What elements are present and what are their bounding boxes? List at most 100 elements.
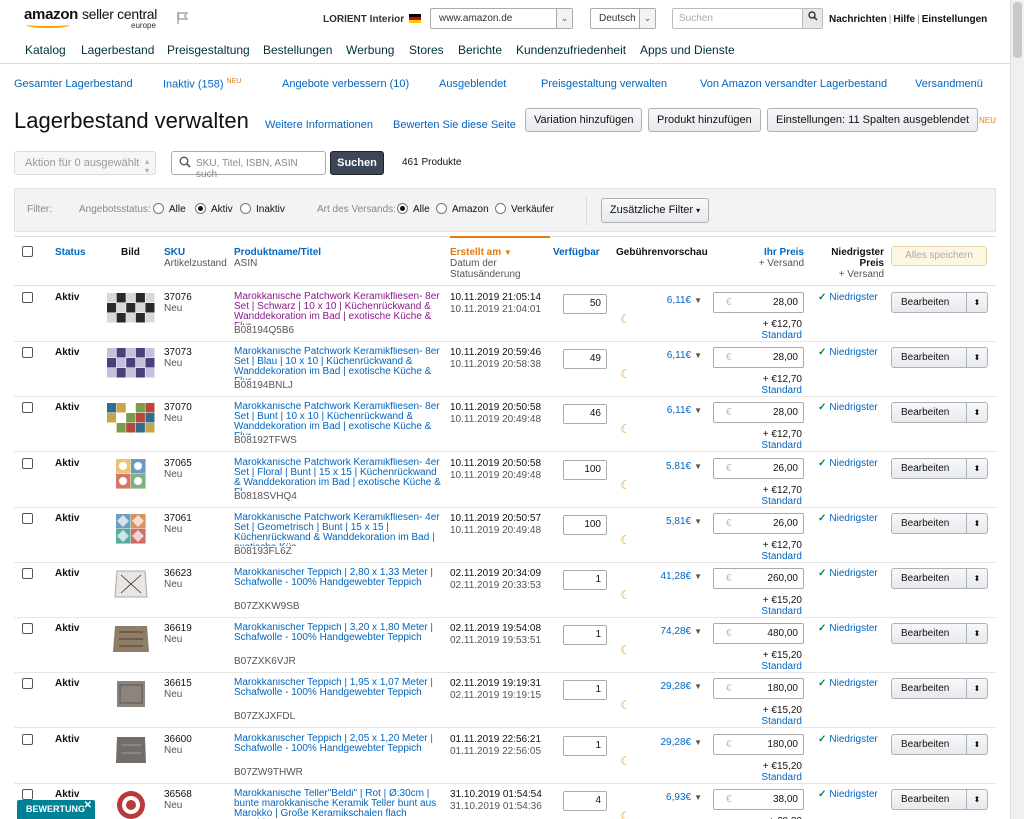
row-checkbox[interactable] (22, 402, 33, 413)
flag-icon[interactable] (176, 11, 190, 25)
row-fee-preview[interactable]: 5,81€ ▼ (634, 461, 702, 472)
nav-advertising[interactable]: Werbung (346, 43, 394, 57)
row-shipping-template-link[interactable]: Standard (714, 661, 802, 672)
product-thumbnail[interactable] (107, 735, 155, 765)
row-quantity-input[interactable]: 50 (563, 294, 607, 314)
subnav-shipping-menu[interactable]: Versandmenü (915, 78, 983, 90)
more-info-link[interactable]: Weitere Informationen (265, 119, 373, 131)
header-created[interactable]: Erstellt am ▼ (450, 247, 512, 258)
chevron-updown-icon[interactable]: ⬍ (966, 293, 987, 312)
marketplace-select[interactable]: www.amazon.de ⌄ (430, 8, 573, 29)
row-fee-preview[interactable]: 6,11€ ▼ (634, 350, 702, 361)
row-shipping-template-link[interactable]: Standard (714, 330, 802, 341)
row-fee-preview[interactable]: 6,93€ ▼ (634, 792, 702, 803)
row-product-title-link[interactable]: Marokkanischer Teppich | 2,80 x 1,33 Met… (234, 568, 442, 601)
row-price-input[interactable]: €180,00 (713, 734, 804, 755)
messages-link[interactable]: Nachrichten (829, 14, 887, 25)
row-quantity-input[interactable]: 100 (563, 515, 607, 535)
product-thumbnail[interactable] (107, 790, 155, 819)
offer-status-all[interactable]: Alle (153, 203, 186, 215)
row-shipping-template-link[interactable]: Standard (714, 440, 802, 451)
row-edit-button[interactable]: Bearbeiten ⬍ (891, 678, 988, 699)
subnav-hidden[interactable]: Ausgeblendet (439, 78, 506, 90)
row-quantity-input[interactable]: 100 (563, 460, 607, 480)
row-checkbox[interactable] (22, 347, 33, 358)
row-shipping-template-link[interactable]: Standard (714, 716, 802, 727)
subnav-fba-inventory[interactable]: Von Amazon versandter Lagerbestand (700, 78, 887, 90)
chevron-updown-icon[interactable]: ⬍ (966, 459, 987, 478)
row-lowest-price[interactable]: ✓ Niedrigster (818, 402, 878, 413)
row-lowest-price[interactable]: ✓ Niedrigster (818, 678, 878, 689)
row-lowest-price[interactable]: ✓ Niedrigster (818, 347, 878, 358)
product-thumbnail[interactable] (107, 459, 155, 489)
sku-search-input[interactable]: SKU, Titel, ISBN, ASIN such (171, 151, 326, 180)
nav-performance[interactable]: Kundenzufriedenheit (516, 43, 626, 57)
row-lowest-price[interactable]: ✓ Niedrigster (818, 458, 878, 469)
row-fee-preview[interactable]: 5,81€ ▼ (634, 516, 702, 527)
page-scrollbar[interactable] (1010, 0, 1024, 819)
row-quantity-input[interactable]: 1 (563, 680, 607, 700)
chevron-updown-icon[interactable]: ⬍ (966, 403, 987, 422)
row-fee-preview[interactable]: 6,11€ ▼ (634, 405, 702, 416)
row-shipping-template-link[interactable]: Standard (714, 551, 802, 562)
row-quantity-input[interactable]: 4 (563, 791, 607, 811)
row-edit-button[interactable]: Bearbeiten ⬍ (891, 402, 988, 423)
row-edit-button[interactable]: Bearbeiten ⬍ (891, 458, 988, 479)
row-product-title-link[interactable]: Marokkanischer Teppich | 2,05 x 1,20 Met… (234, 734, 442, 767)
row-quantity-input[interactable]: 1 (563, 570, 607, 590)
row-product-title-link[interactable]: Marokkanische Teller"Beldi" | Rot | Ø:30… (234, 789, 442, 819)
row-product-title-link[interactable]: Marokkanische Patchwork Keramikfliesen- … (234, 347, 442, 380)
row-lowest-price[interactable]: ✓ Niedrigster (818, 568, 878, 579)
row-checkbox[interactable] (22, 568, 33, 579)
row-fee-preview[interactable]: 29,28€ ▼ (634, 681, 702, 692)
fulfillment-amazon[interactable]: Amazon (436, 203, 489, 215)
row-checkbox[interactable] (22, 789, 33, 800)
header-available[interactable]: Verfügbar (553, 247, 600, 258)
subnav-improve-offers[interactable]: Angebote verbessern (10) (282, 78, 409, 90)
subnav-total-inventory[interactable]: Gesamter Lagerbestand (14, 78, 133, 90)
row-edit-button[interactable]: Bearbeiten ⬍ (891, 734, 988, 755)
add-product-button[interactable]: Produkt hinzufügen (648, 108, 761, 132)
row-product-title-link[interactable]: Marokkanische Patchwork Keramikfliesen- … (234, 458, 442, 491)
fulfillment-seller[interactable]: Verkäufer (495, 203, 554, 215)
language-select[interactable]: Deutsch ⌄ (590, 8, 656, 29)
row-quantity-input[interactable]: 1 (563, 625, 607, 645)
row-checkbox[interactable] (22, 458, 33, 469)
row-edit-button[interactable]: Bearbeiten ⬍ (891, 292, 988, 313)
product-thumbnail[interactable] (107, 624, 155, 654)
subnav-inactive[interactable]: Inaktiv (158) NEU (163, 78, 241, 91)
row-fee-preview[interactable]: 29,28€ ▼ (634, 737, 702, 748)
row-price-input[interactable]: €180,00 (713, 678, 804, 699)
row-shipping-template-link[interactable]: Standard (714, 606, 802, 617)
chevron-updown-icon[interactable]: ⬍ (966, 514, 987, 533)
row-quantity-input[interactable]: 1 (563, 736, 607, 756)
row-fee-preview[interactable]: 41,28€ ▼ (634, 571, 702, 582)
row-checkbox[interactable] (22, 734, 33, 745)
offer-status-active[interactable]: Aktiv (195, 203, 233, 215)
header-title[interactable]: Produktname/Titel (234, 247, 321, 258)
rate-page-link[interactable]: Bewerten Sie diese Seite (393, 119, 516, 131)
row-edit-button[interactable]: Bearbeiten ⬍ (891, 623, 988, 644)
row-product-title-link[interactable]: Marokkanische Patchwork Keramikfliesen- … (234, 292, 442, 325)
row-price-input[interactable]: €26,00 (713, 458, 804, 479)
row-fee-preview[interactable]: 74,28€ ▼ (634, 626, 702, 637)
row-shipping-template-link[interactable]: Standard (714, 772, 802, 783)
nav-orders[interactable]: Bestellungen (263, 43, 332, 57)
row-price-input[interactable]: €26,00 (713, 513, 804, 534)
subnav-manage-pricing[interactable]: Preisgestaltung verwalten (541, 78, 667, 90)
row-fee-preview[interactable]: 6,11€ ▼ (634, 295, 702, 306)
row-product-title-link[interactable]: Marokkanische Patchwork Keramikfliesen- … (234, 402, 442, 435)
row-quantity-input[interactable]: 46 (563, 404, 607, 424)
product-thumbnail[interactable] (107, 679, 155, 709)
search-button[interactable]: Suchen (330, 151, 384, 175)
row-checkbox[interactable] (22, 513, 33, 524)
product-thumbnail[interactable] (107, 293, 155, 323)
row-lowest-price[interactable]: ✓ Niedrigster (818, 292, 878, 303)
global-search-input[interactable]: Suchen (672, 8, 823, 29)
row-lowest-price[interactable]: ✓ Niedrigster (818, 789, 878, 800)
add-variation-button[interactable]: Variation hinzufügen (525, 108, 643, 132)
chevron-updown-icon[interactable]: ⬍ (966, 569, 987, 588)
nav-stores[interactable]: Stores (409, 43, 444, 57)
chevron-updown-icon[interactable]: ⬍ (966, 790, 987, 809)
chevron-updown-icon[interactable]: ⬍ (966, 348, 987, 367)
